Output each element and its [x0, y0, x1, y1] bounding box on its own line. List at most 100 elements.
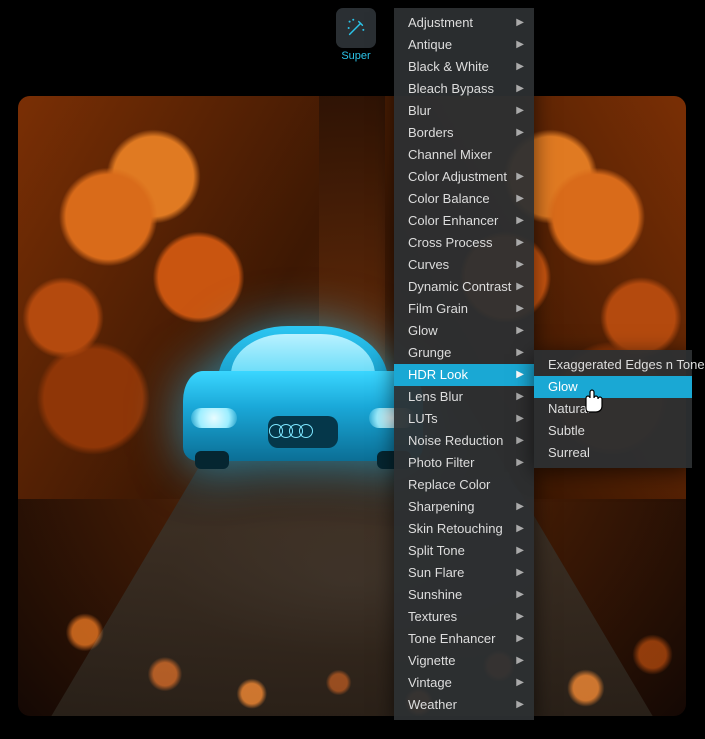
- chevron-right-icon: ▶: [516, 498, 524, 516]
- car-headlight-left: [191, 408, 237, 428]
- menu-item-label: Bleach Bypass: [408, 80, 494, 98]
- chevron-right-icon: ▶: [516, 674, 524, 692]
- menu-item-color-adjustment[interactable]: Color Adjustment ▶: [394, 166, 534, 188]
- chevron-right-icon: ▶: [516, 344, 524, 362]
- chevron-right-icon: ▶: [516, 190, 524, 208]
- menu-item-lens-blur[interactable]: Lens Blur ▶: [394, 386, 534, 408]
- submenu-item-natural[interactable]: Natural: [534, 398, 692, 420]
- menu-item-label: Dynamic Contrast: [408, 278, 511, 296]
- menu-item-label: Sun Flare: [408, 564, 464, 582]
- menu-item-split-tone[interactable]: Split Tone ▶: [394, 540, 534, 562]
- menu-item-label: Color Enhancer: [408, 212, 498, 230]
- chevron-right-icon: ▶: [516, 542, 524, 560]
- menu-item-label: Vintage: [408, 674, 452, 692]
- menu-item-weather[interactable]: Weather ▶: [394, 694, 534, 716]
- menu-item-label: Film Grain: [408, 300, 468, 318]
- chevron-right-icon: ▶: [516, 300, 524, 318]
- chevron-right-icon: ▶: [516, 366, 524, 384]
- menu-item-label: Curves: [408, 256, 449, 274]
- menu-item-noise-reduction[interactable]: Noise Reduction▶: [394, 430, 534, 452]
- menu-item-label: HDR Look: [408, 366, 468, 384]
- menu-item-hdr-look[interactable]: HDR Look ▶: [394, 364, 534, 386]
- menu-item-label: Glow: [408, 322, 438, 340]
- chevron-right-icon: ▶: [516, 322, 524, 340]
- chevron-right-icon: ▶: [516, 652, 524, 670]
- chevron-right-icon: ▶: [516, 212, 524, 230]
- chevron-right-icon: ▶: [516, 80, 524, 98]
- menu-item-antique[interactable]: Antique▶: [394, 34, 534, 56]
- effects-submenu[interactable]: Exaggerated Edges n ToneGlow Natural Subtl…: [534, 350, 692, 468]
- menu-item-bleach-bypass[interactable]: Bleach Bypass ▶: [394, 78, 534, 100]
- submenu-item-label: Exaggerated Edges n Tone: [548, 356, 705, 374]
- menu-item-textures[interactable]: Textures▶: [394, 606, 534, 628]
- menu-item-vignette[interactable]: Vignette ▶: [394, 650, 534, 672]
- menu-item-sunshine[interactable]: Sunshine ▶: [394, 584, 534, 606]
- menu-item-label: Color Balance: [408, 190, 490, 208]
- chevron-right-icon: ▶: [516, 278, 524, 296]
- chevron-right-icon: ▶: [516, 410, 524, 428]
- chevron-right-icon: ▶: [516, 608, 524, 626]
- chevron-right-icon: ▶: [516, 388, 524, 406]
- chevron-right-icon: ▶: [516, 14, 524, 32]
- chevron-right-icon: ▶: [516, 102, 524, 120]
- menu-item-grunge[interactable]: Grunge ▶: [394, 342, 534, 364]
- chevron-right-icon: ▶: [516, 124, 524, 142]
- chevron-right-icon: ▶: [516, 256, 524, 274]
- menu-item-color-balance[interactable]: Color Balance ▶: [394, 188, 534, 210]
- submenu-item-label: Natural: [548, 400, 590, 418]
- car-badge-rings: [273, 424, 313, 438]
- menu-item-vintage[interactable]: Vintage ▶: [394, 672, 534, 694]
- menu-item-luts[interactable]: LUTs ▶: [394, 408, 534, 430]
- chevron-right-icon: ▶: [516, 586, 524, 604]
- chevron-right-icon: ▶: [516, 454, 524, 472]
- chevron-right-icon: ▶: [516, 520, 524, 538]
- menu-item-dynamic-contrast[interactable]: Dynamic Contrast ▶: [394, 276, 534, 298]
- menu-item-film-grain[interactable]: Film Grain ▶: [394, 298, 534, 320]
- menu-item-label: Photo Filter: [408, 454, 474, 472]
- submenu-item-label: Subtle: [548, 422, 585, 440]
- menu-item-label: Vignette: [408, 652, 455, 670]
- chevron-right-icon: ▶: [516, 168, 524, 186]
- chevron-right-icon: ▶: [516, 432, 524, 450]
- submenu-item-glow[interactable]: Glow: [534, 376, 692, 398]
- menu-item-label: Sunshine: [408, 586, 462, 604]
- submenu-item-exaggerated-edges-n-tone[interactable]: Exaggerated Edges n Tone: [534, 354, 692, 376]
- menu-item-cross-process[interactable]: Cross Process▶: [394, 232, 534, 254]
- menu-item-label: Black & White: [408, 58, 489, 76]
- menu-item-tone-enhancer[interactable]: Tone Enhancer▶: [394, 628, 534, 650]
- menu-item-blur[interactable]: Blur ▶: [394, 100, 534, 122]
- menu-item-photo-filter[interactable]: Photo Filter ▶: [394, 452, 534, 474]
- menu-item-label: Cross Process: [408, 234, 493, 252]
- menu-item-label: Sharpening: [408, 498, 475, 516]
- menu-item-glow[interactable]: Glow ▶: [394, 320, 534, 342]
- menu-item-label: Grunge: [408, 344, 451, 362]
- menu-item-color-enhancer[interactable]: Color Enhancer ▶: [394, 210, 534, 232]
- menu-item-borders[interactable]: Borders ▶: [394, 122, 534, 144]
- menu-item-sharpening[interactable]: Sharpening ▶: [394, 496, 534, 518]
- submenu-item-surreal[interactable]: Surreal: [534, 442, 692, 464]
- magic-wand-icon: [336, 8, 376, 48]
- menu-item-label: Blur: [408, 102, 431, 120]
- super-tool-label: Super: [332, 50, 380, 62]
- menu-item-label: Tone Enhancer: [408, 630, 495, 648]
- menu-item-label: LUTs: [408, 410, 438, 428]
- menu-item-label: Weather: [408, 696, 457, 714]
- super-tool-button[interactable]: Super: [332, 8, 380, 62]
- chevron-right-icon: ▶: [516, 696, 524, 714]
- menu-item-curves[interactable]: Curves ▶: [394, 254, 534, 276]
- submenu-item-subtle[interactable]: Subtle: [534, 420, 692, 442]
- menu-item-label: Borders: [408, 124, 454, 142]
- menu-item-label: Color Adjustment: [408, 168, 507, 186]
- menu-item-label: Lens Blur: [408, 388, 463, 406]
- submenu-item-label: Surreal: [548, 444, 590, 462]
- menu-item-label: Split Tone: [408, 542, 465, 560]
- menu-item-channel-mixer[interactable]: Channel Mixer: [394, 144, 534, 166]
- menu-item-black-white[interactable]: Black & White▶: [394, 56, 534, 78]
- chevron-right-icon: ▶: [516, 36, 524, 54]
- menu-item-label: Adjustment: [408, 14, 473, 32]
- effects-menu[interactable]: Adjustment▶Antique▶Black & White▶Bleach …: [394, 8, 534, 720]
- menu-item-adjustment[interactable]: Adjustment ▶: [394, 12, 534, 34]
- menu-item-replace-color[interactable]: Replace Color: [394, 474, 534, 496]
- menu-item-skin-retouching[interactable]: Skin Retouching▶: [394, 518, 534, 540]
- menu-item-sun-flare[interactable]: Sun Flare▶: [394, 562, 534, 584]
